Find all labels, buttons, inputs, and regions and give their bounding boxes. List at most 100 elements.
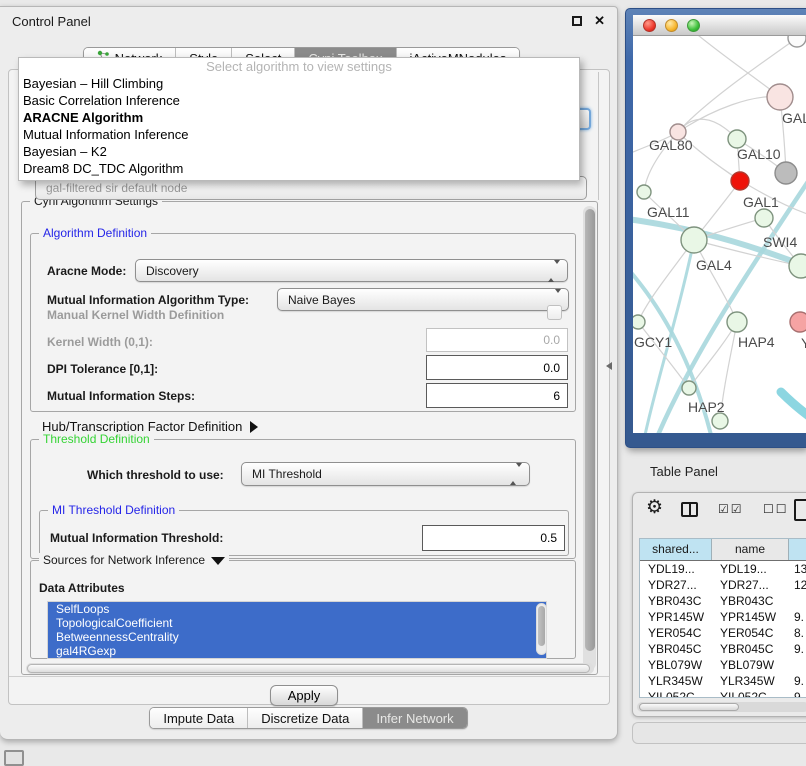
mi-threshold-group-title: MI Threshold Definition: [48, 503, 179, 517]
kernel-width-input[interactable]: [426, 328, 568, 352]
settings-hscrollbar-thumb[interactable]: [27, 664, 590, 673]
table-cell: YDL19...: [712, 561, 789, 577]
table-panel-title: Table Panel: [650, 464, 718, 479]
deselect-columns-icon[interactable]: ☐☐: [763, 502, 789, 516]
close-icon[interactable]: ✕: [594, 13, 605, 29]
algorithm-option-bayesian-k2[interactable]: Bayesian – K2: [19, 143, 579, 160]
settings-scrollbar-thumb[interactable]: [585, 209, 595, 651]
apply-button[interactable]: Apply: [270, 685, 338, 706]
algorithm-option-aracne-algorithm[interactable]: ARACNE Algorithm: [19, 109, 579, 126]
attributes-scrollbar[interactable]: [536, 603, 547, 655]
network-node[interactable]: [682, 381, 696, 395]
table-cell: 9.: [789, 609, 806, 625]
column-header-shared[interactable]: shared...: [640, 539, 712, 560]
table-panel-footer: [632, 722, 806, 744]
tab-impute-data[interactable]: Impute Data: [150, 708, 248, 728]
attribute-item-gal4rgexp[interactable]: gal4RGexp: [48, 644, 546, 658]
network-edge[interactable]: [781, 392, 806, 419]
which-threshold-select[interactable]: MI Threshold: [241, 462, 530, 486]
attribute-item-selfloops[interactable]: SelfLoops: [48, 602, 546, 616]
algorithm-option-basic-correlation-inference[interactable]: Basic Correlation Inference: [19, 92, 579, 109]
table-row[interactable]: YBL079WYBL079W: [640, 657, 806, 673]
aracne-mode-select[interactable]: Discovery: [135, 259, 568, 282]
network-node[interactable]: [633, 315, 645, 329]
aracne-mode-label: Aracne Mode:: [47, 264, 126, 278]
tab-infer-network[interactable]: Infer Network: [363, 708, 466, 728]
mi-type-select[interactable]: Naive Bayes: [277, 288, 569, 311]
column-header-a[interactable]: A: [789, 539, 806, 560]
network-node[interactable]: [681, 227, 707, 253]
sources-group: Sources for Network Inference Data Attri…: [30, 560, 576, 659]
attributes-scrollbar-thumb[interactable]: [538, 606, 545, 646]
bottom-tabs: Impute Data Discretize Data Infer Network: [149, 707, 467, 729]
mi-threshold-input[interactable]: [422, 525, 565, 551]
network-node[interactable]: [775, 162, 797, 184]
network-node[interactable]: [712, 413, 728, 429]
tab-label: Impute Data: [163, 711, 234, 726]
network-node[interactable]: [767, 84, 793, 110]
dpi-tolerance-input[interactable]: [426, 355, 568, 380]
table-cell: YDR27...: [712, 577, 789, 593]
tab-label: Infer Network: [376, 711, 453, 726]
table-row[interactable]: YIL052CYIL052C9.: [640, 689, 806, 698]
minimized-window-icon[interactable]: [4, 750, 24, 766]
attribute-item-topologicalcoefficient[interactable]: TopologicalCoefficient: [48, 616, 546, 630]
column-header-name[interactable]: name: [712, 539, 789, 560]
node-label-gcy1: GCY1: [634, 334, 672, 350]
gear-icon[interactable]: ⚙: [646, 496, 663, 519]
data-attributes-list[interactable]: SelfLoopsTopologicalCoefficientBetweenne…: [47, 601, 547, 659]
table-cell: YDR27...: [640, 577, 712, 593]
tab-discretize-data[interactable]: Discretize Data: [248, 708, 363, 728]
network-node[interactable]: [755, 209, 773, 227]
settings-hscrollbar[interactable]: [26, 663, 594, 674]
network-node[interactable]: [789, 254, 806, 278]
table-cell: 9.: [789, 641, 806, 657]
table-cell: YBR043C: [640, 593, 712, 609]
network-canvas[interactable]: GALGAL80GAL10GAL11GAL1SWI4GAL4GCY1HAP4YH…: [633, 36, 806, 433]
table-hscrollbar[interactable]: [637, 702, 806, 712]
node-label-gal4: GAL4: [696, 257, 732, 273]
table-hscrollbar-thumb[interactable]: [639, 703, 739, 711]
network-node[interactable]: [637, 185, 651, 199]
table-row[interactable]: YLR345WYLR345W9.: [640, 673, 806, 689]
aracne-mode-value: Discovery: [146, 264, 199, 278]
network-node[interactable]: [788, 36, 806, 47]
table-row[interactable]: YBR043CYBR043C: [640, 593, 806, 609]
import-table-icon[interactable]: [794, 499, 806, 521]
mi-type-label: Mutual Information Algorithm Type:: [47, 293, 249, 307]
algorithm-option-bayesian-hill-climbing[interactable]: Bayesian – Hill Climbing: [19, 75, 579, 92]
table-row[interactable]: YDR27...YDR27...12: [640, 577, 806, 593]
minimize-traffic-light-icon[interactable]: [665, 19, 678, 32]
network-edge[interactable]: [678, 97, 780, 132]
network-node[interactable]: [731, 172, 749, 190]
table-row[interactable]: YER054CYER054C8.: [640, 625, 806, 641]
split-columns-icon[interactable]: [681, 502, 698, 517]
manual-kernel-checkbox[interactable]: [547, 305, 562, 320]
close-traffic-light-icon[interactable]: [643, 19, 656, 32]
algorithm-option-dream8-dc-tdc-algorithm[interactable]: Dream8 DC_TDC Algorithm: [19, 160, 579, 177]
float-window-icon[interactable]: [572, 16, 582, 26]
table-row[interactable]: YDL19...YDL19...13: [640, 561, 806, 577]
sources-title[interactable]: Sources for Network Inference: [39, 553, 229, 567]
select-columns-icon[interactable]: ☑☑: [718, 502, 744, 516]
algorithm-popup-placeholder: Select algorithm to view settings: [19, 58, 579, 75]
algorithm-definition-title: Algorithm Definition: [39, 226, 151, 240]
network-node[interactable]: [790, 312, 806, 332]
table-row[interactable]: YPR145WYPR145W9.: [640, 609, 806, 625]
mi-steps-input[interactable]: [426, 383, 568, 408]
background-group-border: [598, 72, 599, 200]
network-node[interactable]: [727, 312, 747, 332]
attribute-item-betweennesscentrality[interactable]: BetweennessCentrality: [48, 630, 546, 644]
table-panel: ⚙ ☑☑ ☐☐ shared...nameA YDL19...YDL19...1…: [632, 492, 806, 717]
tab-label: Discretize Data: [261, 711, 349, 726]
network-edge[interactable]: [694, 240, 737, 322]
algorithm-option-mutual-information-inference[interactable]: Mutual Information Inference: [19, 126, 579, 143]
settings-scrollbar[interactable]: [583, 206, 596, 670]
dpi-tolerance-label: DPI Tolerance [0,1]:: [47, 362, 158, 376]
table-cell: [789, 657, 806, 673]
network-edge[interactable]: [693, 36, 780, 97]
panel-divider-collapse-icon[interactable]: [606, 362, 612, 370]
zoom-traffic-light-icon[interactable]: [687, 19, 700, 32]
table-cell: YBR045C: [712, 641, 789, 657]
table-row[interactable]: YBR045CYBR045C9.: [640, 641, 806, 657]
